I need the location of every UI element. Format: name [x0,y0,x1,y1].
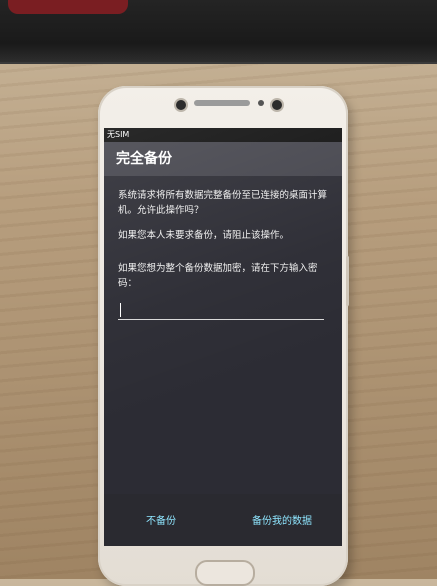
status-bar: 无SIM [104,128,342,142]
dialog-title-bar: 完全备份 [104,142,342,176]
phone-screen: 无SIM 完全备份 系统请求将所有数据完整备份至已连接的桌面计算机。允许此操作吗… [104,128,342,546]
laptop-accent [8,0,128,14]
text-cursor [120,303,121,317]
backup-request-message: 系统请求将所有数据完整备份至已连接的桌面计算机。允许此操作吗？ [118,190,328,216]
backup-my-data-button[interactable]: 备份我的数据 [248,510,316,529]
earpiece-speaker [194,100,250,106]
password-field-wrap [118,301,328,321]
dialog-title: 完全备份 [116,151,172,167]
home-button[interactable] [195,560,255,586]
volume-button [346,256,349,306]
password-input[interactable] [118,301,324,320]
front-camera-icon [174,98,188,112]
laptop-edge [0,0,437,64]
encrypt-prompt: 如果您想为整个备份数据加密，请在下方输入密码： [118,263,318,289]
dialog-content: 系统请求将所有数据完整备份至已连接的桌面计算机。允许此操作吗？ 如果您本人未要求… [104,176,342,321]
sim-status-text: 无SIM [107,130,130,139]
block-warning-message: 如果您本人未要求备份，请阻止该操作。 [118,230,290,241]
deny-backup-button[interactable]: 不备份 [142,510,180,529]
dialog-actions: 不备份 备份我的数据 [104,494,342,546]
proximity-sensor [258,100,264,106]
light-sensor-icon [270,98,284,112]
